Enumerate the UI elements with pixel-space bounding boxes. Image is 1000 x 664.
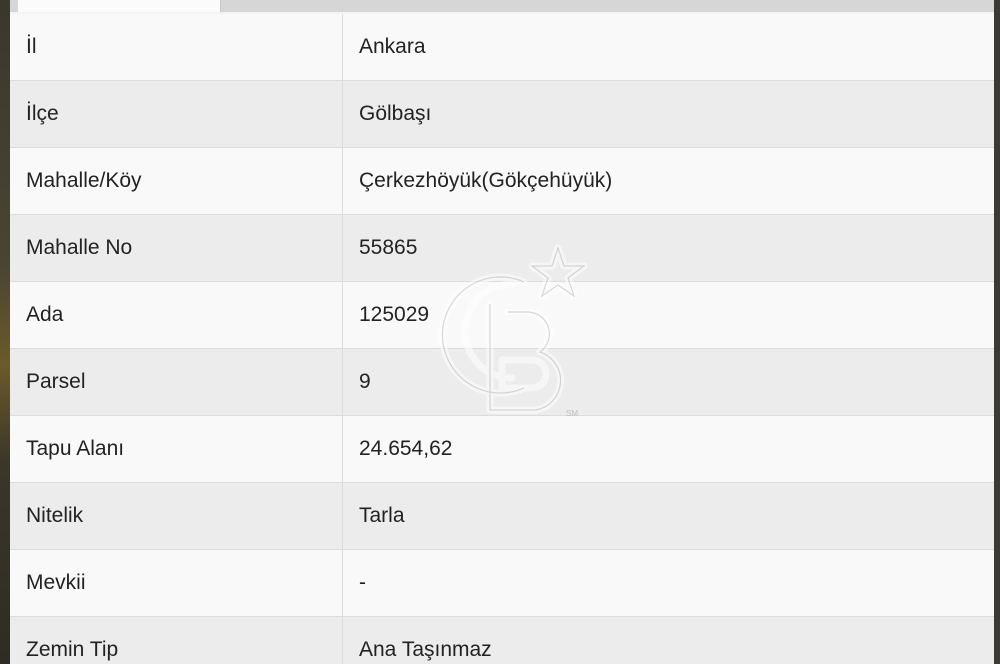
row-value: 55865 — [342, 214, 994, 282]
table-row: Tapu Alanı 24.654,62 — [10, 415, 994, 483]
tab-strip — [10, 0, 994, 12]
table-row: Mevkii - — [10, 549, 994, 617]
row-label: Nitelik — [10, 482, 343, 550]
row-value: Tarla — [342, 482, 994, 550]
table-row: Zemin Tip Ana Taşınmaz — [10, 616, 994, 664]
screen-frame: İl Ankara İlçe Gölbaşı Mahalle/Köy Çerke… — [0, 0, 1000, 664]
background-edge-left — [0, 0, 10, 664]
row-value: Ankara — [342, 14, 994, 81]
table-row: Nitelik Tarla — [10, 482, 994, 550]
row-label: Tapu Alanı — [10, 415, 343, 483]
row-value: - — [342, 549, 994, 617]
background-edge-right — [994, 0, 1000, 664]
row-label: İl — [10, 14, 343, 81]
table-row: Parsel 9 — [10, 348, 994, 416]
table-row: İlçe Gölbaşı — [10, 80, 994, 148]
row-value: 24.654,62 — [342, 415, 994, 483]
table-row: Mahalle/Köy Çerkezhöyük(Gökçehüyük) — [10, 147, 994, 215]
row-label: Zemin Tip — [10, 616, 343, 664]
row-label: Ada — [10, 281, 343, 349]
row-label: Mevkii — [10, 549, 343, 617]
row-value: Ana Taşınmaz — [342, 616, 994, 664]
table-row: Ada 125029 — [10, 281, 994, 349]
row-value: 9 — [342, 348, 994, 416]
row-value: Çerkezhöyük(Gökçehüyük) — [342, 147, 994, 215]
row-label: Parsel — [10, 348, 343, 416]
row-value: Gölbaşı — [342, 80, 994, 148]
row-label: Mahalle/Köy — [10, 147, 343, 215]
table-row: İl Ankara — [10, 14, 994, 81]
row-label: Mahalle No — [10, 214, 343, 282]
row-label: İlçe — [10, 80, 343, 148]
tab-active[interactable] — [18, 0, 221, 12]
table-row: Mahalle No 55865 — [10, 214, 994, 282]
parcel-info-table: İl Ankara İlçe Gölbaşı Mahalle/Köy Çerke… — [10, 14, 994, 664]
parcel-info-panel: İl Ankara İlçe Gölbaşı Mahalle/Köy Çerke… — [10, 0, 994, 664]
row-value: 125029 — [342, 281, 994, 349]
